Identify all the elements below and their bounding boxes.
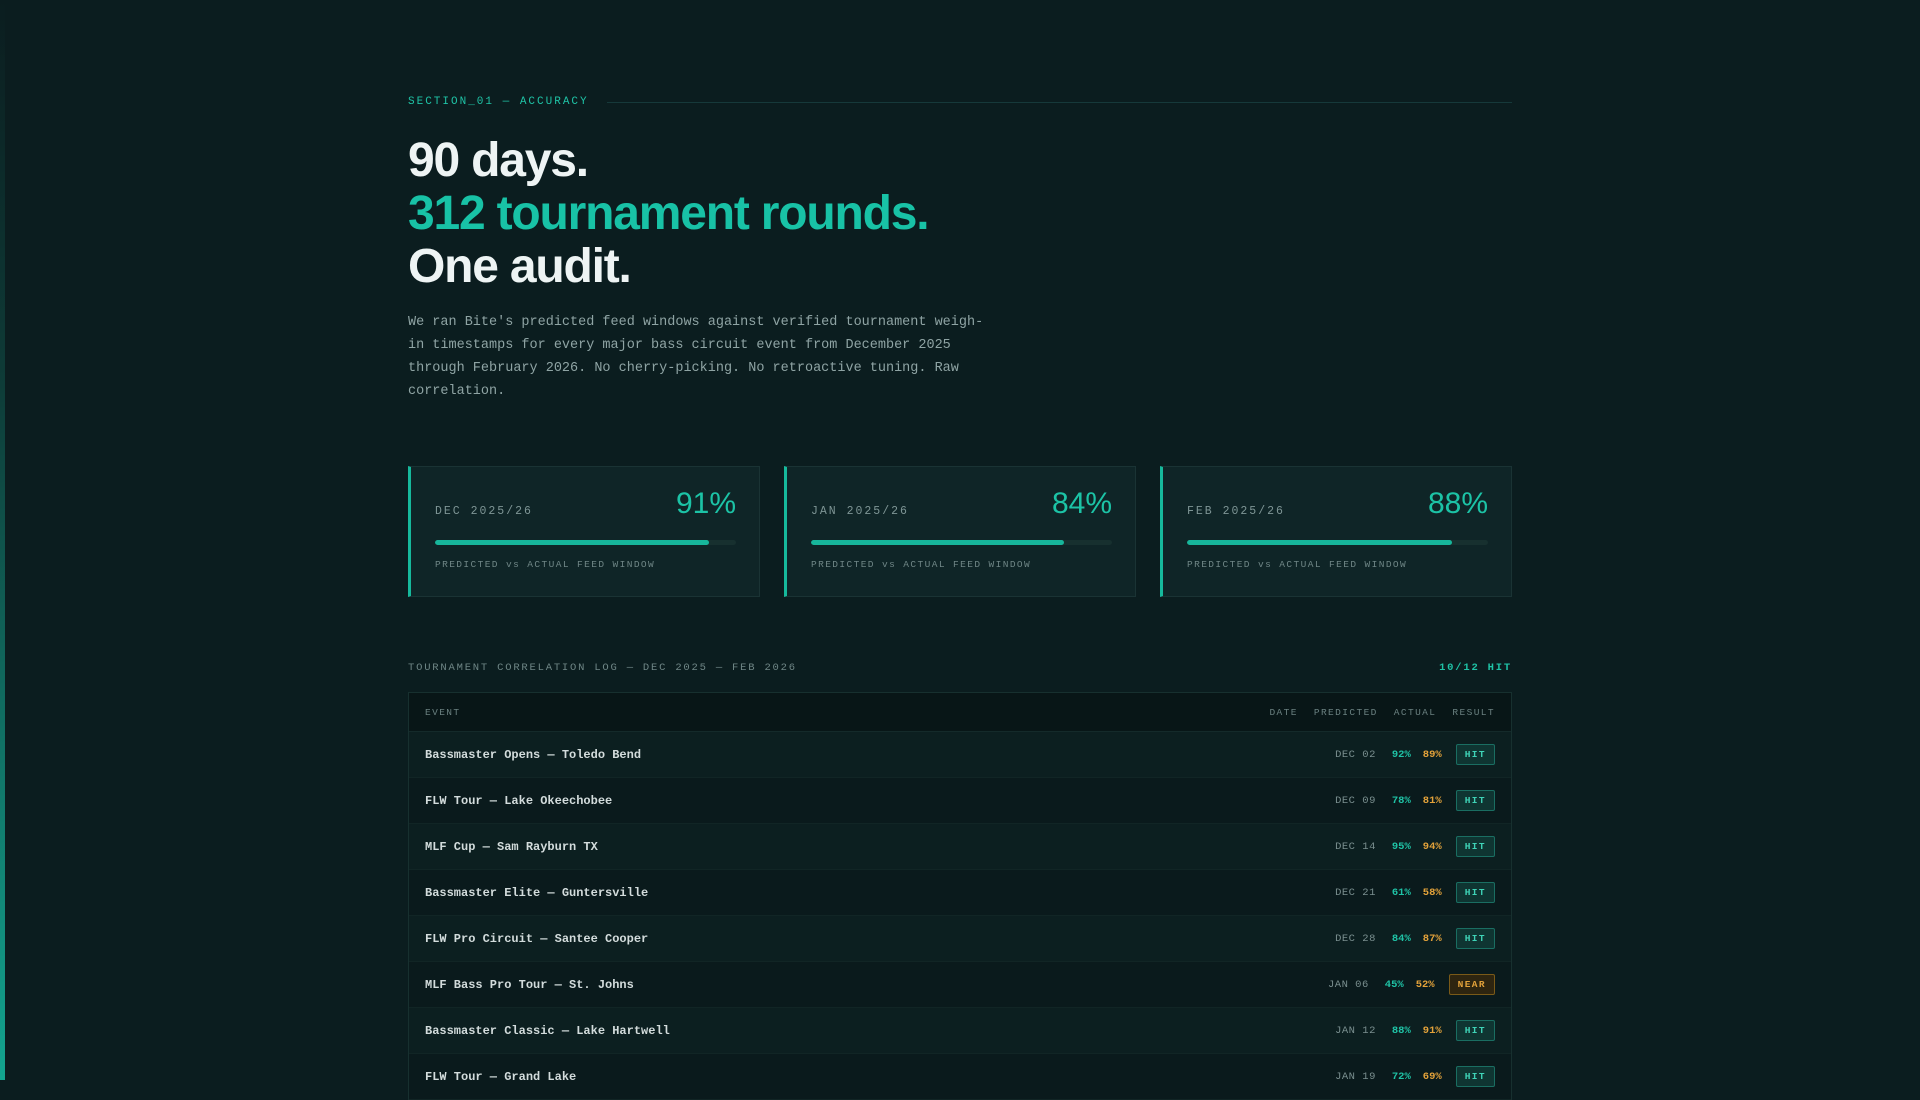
table-header: EVENT DATE PREDICTED ACTUAL RESULT [409,693,1511,732]
row-values: DEC 09 78% 81% HIT [1335,790,1495,811]
card-month: JAN 2025/26 [811,505,909,518]
column-header-event: EVENT [425,706,461,718]
table-body: Bassmaster Opens — Toledo Bend DEC 02 92% 8… [409,732,1511,1100]
headline-line-3: One audit. [408,240,632,293]
accuracy-card-feb: FEB 2025/26 88% PREDICTED vs ACTUAL FEED… [1160,466,1512,597]
actual-value: 89% [1422,748,1442,761]
row-values: JAN 12 88% 91% HIT [1335,1020,1495,1041]
table-row: FLW Tour — Grand Lake JAN 19 72% 69% HIT [409,1054,1511,1100]
event-date: JAN 12 [1335,1024,1376,1037]
event-date: DEC 28 [1335,932,1376,945]
result-badge: HIT [1455,1020,1495,1041]
event-name: Bassmaster Opens — Toledo Bend [425,747,642,762]
headline-line-2: 312 tournament rounds. [408,187,930,240]
actual-value: 69% [1422,1070,1442,1083]
column-header-result: RESULT [1452,706,1495,718]
accuracy-cards: DEC 2025/26 91% PREDICTED vs ACTUAL FEED… [408,466,1512,597]
hit-count-badge: 10/12 HIT [1439,662,1512,674]
table-row: Bassmaster Classic — Lake Hartwell JAN 12… [409,1008,1511,1054]
table-row: MLF Cup — Sam Rayburn TX DEC 14 95% 94% HIT [409,824,1511,870]
row-values: DEC 21 61% 58% HIT [1335,882,1495,903]
event-date: DEC 14 [1335,840,1376,853]
intro-paragraph: We ran Bite's predicted feed windows aga… [408,315,984,399]
result-badge: HIT [1455,1066,1495,1087]
predicted-value: 95% [1391,840,1411,853]
row-values: JAN 06 45% 52% NEAR [1328,974,1495,995]
card-percentage: 91% [675,487,736,520]
predicted-value: 78% [1391,794,1411,807]
event-name: MLF Cup — Sam Rayburn TX [425,839,598,854]
predicted-value: 88% [1391,1024,1411,1037]
page-headline: 90 days. 312 tournament rounds. One audi… [408,134,930,293]
headline-line-1: 90 days. [408,134,589,187]
predicted-value: 72% [1391,1070,1411,1083]
actual-value: 52% [1415,978,1435,991]
accuracy-bar-fill [435,540,709,545]
result-badge: HIT [1455,836,1495,857]
row-values: JAN 19 72% 69% HIT [1335,1066,1495,1087]
accuracy-bar-fill [811,540,1064,545]
table-row: FLW Pro Circuit — Santee Cooper DEC 28 84%… [409,916,1511,962]
row-values: DEC 02 92% 89% HIT [1335,744,1495,765]
accuracy-bar [811,540,1112,545]
accuracy-card-jan: JAN 2025/26 84% PREDICTED vs ACTUAL FEED… [784,466,1136,597]
card-caption: PREDICTED vs ACTUAL FEED WINDOW [1187,559,1408,570]
event-date: DEC 21 [1335,886,1376,899]
event-date: DEC 09 [1335,794,1376,807]
log-title: TOURNAMENT CORRELATION LOG — DEC 2025 — … [408,662,797,674]
accuracy-card-dec: DEC 2025/26 91% PREDICTED vs ACTUAL FEED… [408,466,760,597]
table-row: FLW Tour — Lake Okeechobee DEC 09 78% 81% HI… [409,778,1511,824]
actual-value: 58% [1422,886,1442,899]
result-badge: NEAR [1448,974,1495,995]
predicted-value: 61% [1391,886,1411,899]
event-name: FLW Tour — Grand Lake [425,1069,577,1084]
card-percentage: 88% [1427,487,1488,520]
event-name: FLW Tour — Lake Okeechobee [425,793,613,808]
event-name: Bassmaster Elite — Guntersville [425,885,649,900]
accuracy-bar [1187,540,1488,545]
row-values: DEC 28 84% 87% HIT [1335,928,1495,949]
column-header-actual: ACTUAL [1393,706,1437,718]
card-month: DEC 2025/26 [435,505,533,518]
event-name: Bassmaster Classic — Lake Hartwell [425,1023,670,1038]
section-header: SECTION_01 — ACCURACY [408,96,1512,108]
column-header-date: DATE [1269,706,1298,718]
result-badge: HIT [1455,790,1495,811]
section-label: SECTION_01 — ACCURACY [408,96,589,108]
accent-rail [0,0,5,1080]
actual-value: 94% [1422,840,1442,853]
table-row: Bassmaster Elite — Guntersville DEC 21 61%… [409,870,1511,916]
column-header-predicted: PREDICTED [1313,706,1378,718]
predicted-value: 92% [1391,748,1411,761]
correlation-table: EVENT DATE PREDICTED ACTUAL RESULT Bassm… [408,692,1512,1100]
accuracy-bar-fill [1187,540,1452,545]
actual-value: 81% [1422,794,1442,807]
actual-value: 87% [1422,932,1442,945]
event-name: MLF Bass Pro Tour — St. Johns [425,977,634,992]
accuracy-bar [435,540,736,545]
result-badge: HIT [1455,744,1495,765]
column-headers-right: DATE PREDICTED ACTUAL RESULT [1269,707,1495,718]
predicted-value: 45% [1384,978,1404,991]
row-values: DEC 14 95% 94% HIT [1335,836,1495,857]
log-header: TOURNAMENT CORRELATION LOG — DEC 2025 — … [408,662,1512,674]
event-date: DEC 02 [1335,748,1376,761]
table-row: MLF Bass Pro Tour — St. Johns JAN 06 45% 52… [409,962,1511,1008]
table-row: Bassmaster Opens — Toledo Bend DEC 02 92% 8… [409,732,1511,778]
result-badge: HIT [1455,928,1495,949]
card-caption: PREDICTED vs ACTUAL FEED WINDOW [435,559,656,570]
result-badge: HIT [1455,882,1495,903]
event-name: FLW Pro Circuit — Santee Cooper [425,931,649,946]
card-month: FEB 2025/26 [1187,505,1285,518]
event-date: JAN 06 [1327,978,1369,991]
event-date: JAN 19 [1335,1070,1376,1083]
section-divider [606,101,1512,103]
actual-value: 91% [1422,1024,1442,1037]
card-caption: PREDICTED vs ACTUAL FEED WINDOW [811,559,1032,570]
predicted-value: 84% [1391,932,1411,945]
card-percentage: 84% [1051,487,1112,520]
